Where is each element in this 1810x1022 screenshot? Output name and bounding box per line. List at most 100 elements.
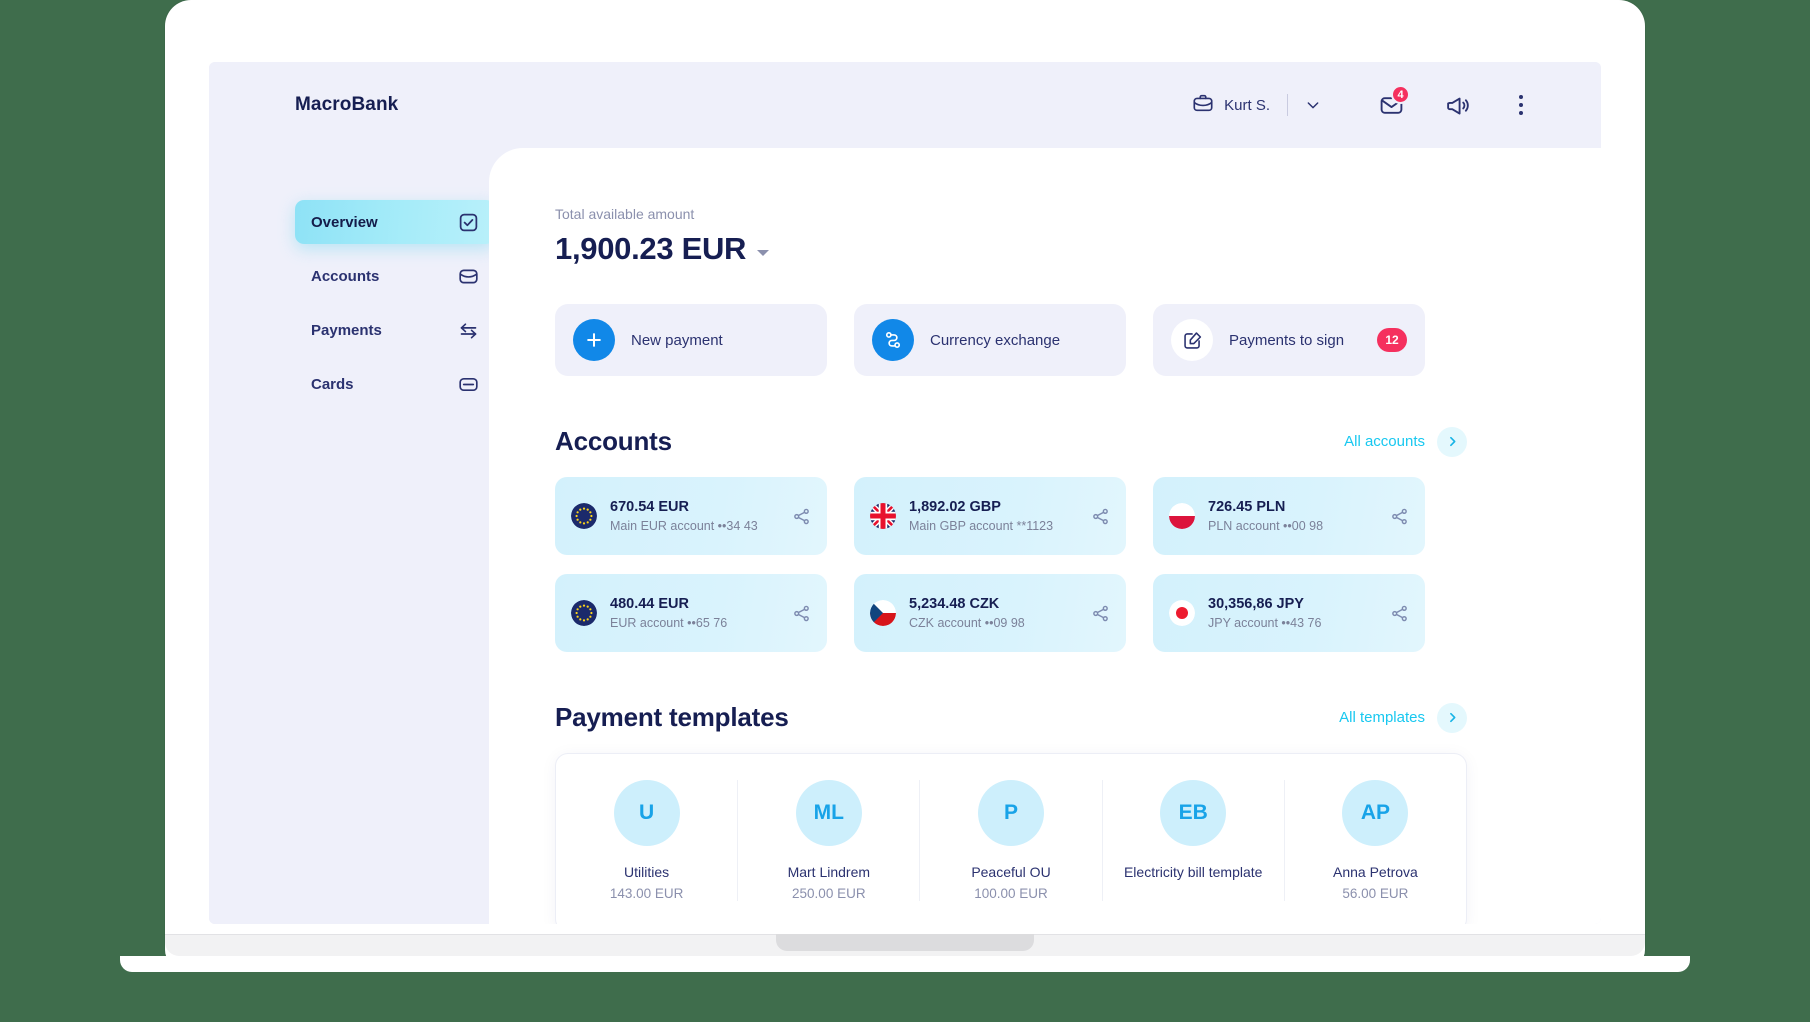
avatar: ML <box>795 780 862 846</box>
edit-square-icon <box>1171 319 1213 361</box>
eu-flag <box>571 600 597 626</box>
sidebar-item-label: Cards <box>311 375 354 393</box>
account-texts: 30,356,86 JPY JPY account ••43 76 <box>1208 596 1321 630</box>
sidebar-item-accounts[interactable]: Accounts <box>295 254 495 298</box>
user-name: Kurt S. <box>1224 96 1270 114</box>
account-card[interactable]: 30,356,86 JPY JPY account ••43 76 <box>1153 574 1425 652</box>
cz-flag <box>870 600 896 626</box>
accounts-grid: 670.54 EUR Main EUR account ••34 43 1,89… <box>555 477 1601 652</box>
currency-exchange-icon <box>872 319 914 361</box>
account-amount: 480.44 EUR <box>610 596 689 612</box>
inbox-icon <box>458 266 479 287</box>
account-card[interactable]: 480.44 EUR EUR account ••65 76 <box>555 574 827 652</box>
laptop-base <box>120 956 1690 972</box>
account-description: Main EUR account ••34 43 <box>610 519 758 533</box>
chevron-right-icon <box>1437 702 1467 733</box>
action-label: New payment <box>631 331 723 349</box>
template-item[interactable]: EB Electricity bill template <box>1101 780 1284 901</box>
template-name: Electricity bill template <box>1123 864 1263 880</box>
account-texts: 5,234.48 CZK CZK account ••09 98 <box>909 596 1025 630</box>
action-label: Payments to sign <box>1229 331 1345 349</box>
account-amount: 30,356,86 JPY <box>1208 596 1304 612</box>
brand-logo[interactable]: MacroBank <box>295 94 398 116</box>
total-available-label: Total available amount <box>555 206 695 222</box>
mail-button[interactable]: 4 <box>1369 85 1413 125</box>
more-options-button[interactable] <box>1499 85 1543 125</box>
top-bar: MacroBank Kurt S. 4 <box>209 62 1601 148</box>
share-icon[interactable] <box>792 604 811 623</box>
sidebar-item-overview[interactable]: Overview <box>295 200 495 244</box>
announcements-button[interactable] <box>1435 85 1479 125</box>
total-available-row[interactable]: 1,900.23 EUR <box>555 231 1601 267</box>
template-name: Mart Lindrem <box>787 864 871 880</box>
top-bar-actions: Kurt S. 4 <box>1192 85 1543 125</box>
template-item[interactable]: P Peaceful OU 100.00 EUR <box>919 780 1101 901</box>
share-icon[interactable] <box>1390 507 1409 526</box>
account-card[interactable]: 726.45 PLN PLN account ••00 98 <box>1153 477 1425 555</box>
share-icon[interactable] <box>1091 604 1110 623</box>
share-icon[interactable] <box>1390 604 1409 623</box>
template-name: Utilities <box>624 864 670 880</box>
currency-exchange-card[interactable]: Currency exchange <box>854 304 1126 376</box>
account-texts: 480.44 EUR EUR account ••65 76 <box>610 596 727 630</box>
share-icon[interactable] <box>1091 507 1110 526</box>
avatar: AP <box>1342 780 1409 846</box>
account-texts: 670.54 EUR Main EUR account ••34 43 <box>610 499 758 533</box>
laptop-frame: MacroBank Kurt S. 4 Overview Accounts Pa… <box>165 0 1645 968</box>
total-available-amount: 1,900.23 EUR <box>555 231 747 266</box>
account-card[interactable]: 670.54 EUR Main EUR account ••34 43 <box>555 477 827 555</box>
all-accounts-label: All accounts <box>1344 433 1425 450</box>
divider <box>1287 94 1288 116</box>
template-item[interactable]: U Utilities 143.00 EUR <box>556 780 737 901</box>
page-title-accounts: Accounts <box>555 426 672 456</box>
plus-icon <box>573 319 615 361</box>
account-description: EUR account ••65 76 <box>610 616 728 630</box>
accounts-section-header: Accounts All accounts <box>555 426 1467 457</box>
template-amount: 56.00 EUR <box>1342 885 1409 901</box>
payments-to-sign-badge: 12 <box>1377 328 1407 352</box>
laptop-trackpad-notch <box>776 934 1034 951</box>
credit-card-icon <box>458 374 479 395</box>
account-card[interactable]: 5,234.48 CZK CZK account ••09 98 <box>854 574 1126 652</box>
user-menu[interactable]: Kurt S. <box>1192 92 1270 119</box>
account-amount: 670.54 EUR <box>610 499 689 515</box>
payments-to-sign-card[interactable]: Payments to sign 12 <box>1153 304 1425 376</box>
account-amount: 1,892.02 GBP <box>909 499 1001 515</box>
sidebar-item-label: Overview <box>311 213 378 231</box>
account-amount: 726.45 PLN <box>1208 499 1286 515</box>
share-icon[interactable] <box>792 507 811 526</box>
all-accounts-link[interactable]: All accounts <box>1344 426 1467 457</box>
pl-flag <box>1169 503 1195 529</box>
template-item[interactable]: ML Mart Lindrem 250.00 EUR <box>737 780 919 901</box>
payment-templates-panel: U Utilities 143.00 EUR ML Mart Lindrem 2… <box>555 753 1467 924</box>
new-payment-card[interactable]: New payment <box>555 304 827 376</box>
all-templates-label: All templates <box>1339 709 1425 726</box>
template-amount: 250.00 EUR <box>792 885 866 901</box>
account-card[interactable]: 1,892.02 GBP Main GBP account **1123 <box>854 477 1126 555</box>
more-vertical-icon <box>1519 95 1523 115</box>
template-name: Anna Petrova <box>1332 864 1418 880</box>
avatar: P <box>978 780 1044 846</box>
sidebar-item-payments[interactable]: Payments <box>295 308 495 352</box>
template-item[interactable]: AP Anna Petrova 56.00 EUR <box>1283 780 1466 901</box>
caret-down-icon[interactable] <box>757 250 770 256</box>
eu-flag <box>571 503 597 529</box>
template-name: Peaceful OU <box>971 864 1051 880</box>
sidebar-item-cards[interactable]: Cards <box>295 362 495 406</box>
all-templates-link[interactable]: All templates <box>1339 702 1467 733</box>
avatar: EB <box>1160 780 1227 846</box>
briefcase-icon <box>1192 92 1214 119</box>
account-description: Main GBP account **1123 <box>909 519 1054 533</box>
mail-badge: 4 <box>1391 85 1410 104</box>
page-title-templates: Payment templates <box>555 702 789 732</box>
account-description: JPY account ••43 76 <box>1208 616 1322 630</box>
banking-app: MacroBank Kurt S. 4 Overview Accounts Pa… <box>209 62 1601 924</box>
account-description: CZK account ••09 98 <box>909 616 1025 630</box>
template-amount: 100.00 EUR <box>974 885 1048 901</box>
chevron-down-icon[interactable] <box>1305 97 1321 113</box>
gb-flag <box>870 503 896 529</box>
chevron-right-icon <box>1437 426 1467 457</box>
main-content: Total available amount 1,900.23 EUR New … <box>489 148 1601 924</box>
jp-flag <box>1169 600 1195 626</box>
sidebar: Overview Accounts Payments Cards <box>209 148 495 924</box>
